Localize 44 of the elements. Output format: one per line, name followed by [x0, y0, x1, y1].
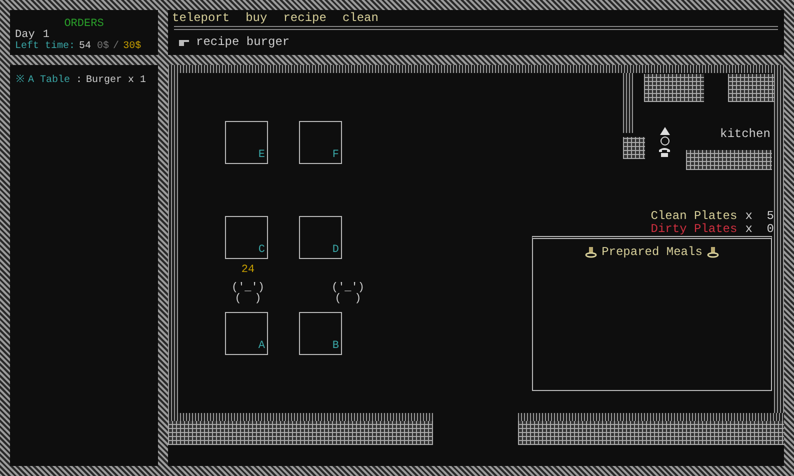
kitchen-label: kitchen	[720, 126, 770, 143]
menu-item[interactable]: teleport	[172, 9, 230, 27]
plates-count: x 5	[745, 210, 774, 223]
triangle-icon	[660, 127, 670, 135]
table-label: A	[258, 341, 265, 352]
day-value: 1	[42, 30, 50, 41]
customer-face: ('_')	[331, 283, 364, 294]
customer-timer: 24	[241, 265, 255, 276]
prepared-meals-title: Prepared Meals	[602, 244, 702, 261]
order-table: A Table	[28, 73, 70, 88]
customer-body: ( )	[334, 294, 362, 305]
menu-item[interactable]: recipe	[283, 9, 326, 27]
command-text: recipe burger	[196, 34, 290, 51]
plates-count: x 0	[745, 223, 774, 236]
plates-label: Clean Plates	[650, 210, 738, 223]
table-label: E	[258, 150, 265, 161]
stove-drawing	[644, 74, 704, 102]
menu-item[interactable]: clean	[342, 9, 378, 27]
telephone-icon	[659, 147, 670, 157]
order-dish: Burger	[86, 74, 122, 88]
day-label: Day	[15, 30, 35, 41]
circle-icon	[660, 136, 670, 146]
customer-body: ( )	[234, 294, 262, 305]
time-label: Left time:	[15, 41, 76, 52]
order-separator: :	[76, 74, 82, 88]
order-marker: ※	[16, 74, 24, 88]
money-value: 0$	[97, 41, 110, 52]
menu-item[interactable]: buy	[246, 9, 268, 27]
stove-drawing	[728, 74, 776, 102]
kitchen-wall	[623, 73, 633, 133]
table-label: F	[332, 150, 339, 161]
plate-icon	[707, 246, 720, 258]
table-label: B	[332, 341, 339, 352]
plates-label: Dirty Plates	[650, 223, 738, 236]
shelf-drawing	[623, 137, 645, 159]
customer-face: ('_')	[231, 283, 264, 294]
orders-title: ORDERS	[64, 19, 104, 30]
time-value: 54	[79, 41, 92, 52]
order-quantity: x 1	[128, 74, 146, 88]
table-label: C	[258, 245, 265, 256]
goal-value: 30$	[123, 41, 142, 52]
money-separator: /	[113, 41, 120, 52]
plate-icon	[584, 246, 597, 258]
table-label: D	[332, 245, 339, 256]
